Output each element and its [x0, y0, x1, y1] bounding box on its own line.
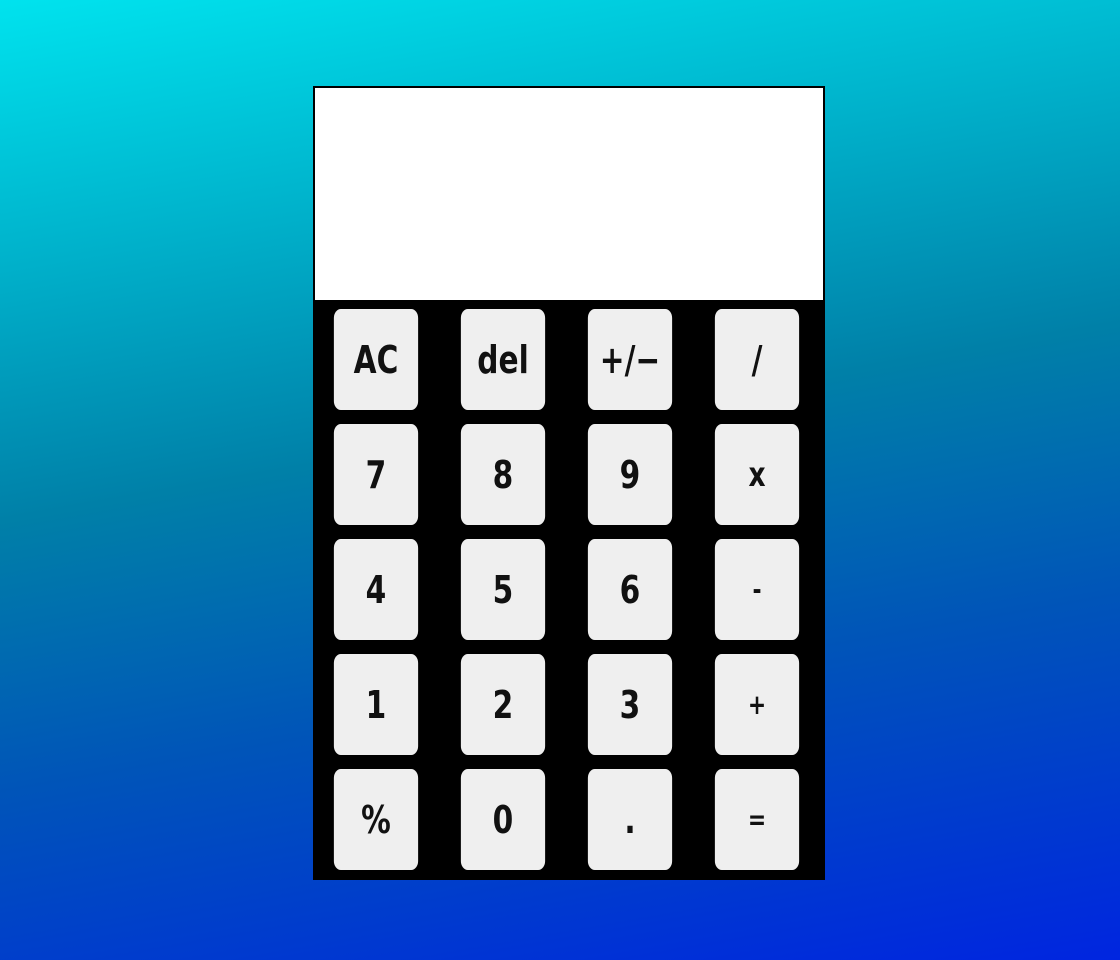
decimal-button[interactable]: .	[587, 769, 673, 870]
key-label: 3	[619, 682, 641, 727]
key-label: 9	[619, 452, 641, 497]
digit-4-button[interactable]: 4	[333, 539, 419, 640]
key-label: /	[751, 337, 763, 382]
digit-2-button[interactable]: 2	[460, 654, 546, 755]
key-label: -	[752, 573, 762, 606]
digit-9-button[interactable]: 9	[587, 424, 673, 525]
digit-3-button[interactable]: 3	[587, 654, 673, 755]
digit-7-button[interactable]: 7	[333, 424, 419, 525]
divide-button[interactable]: /	[714, 309, 800, 410]
key-label: AC	[353, 337, 399, 382]
digit-1-button[interactable]: 1	[333, 654, 419, 755]
keypad: AC del +/− / 7 8 9 x 4 5 6 - 1 2 3 + % 0…	[322, 309, 810, 870]
key-label: 5	[492, 567, 514, 612]
key-label: +/−	[599, 337, 661, 382]
percent-button[interactable]: %	[333, 769, 419, 870]
equals-button[interactable]: =	[714, 769, 800, 870]
key-label: %	[361, 797, 391, 842]
clear-button[interactable]: AC	[333, 309, 419, 410]
key-label: 6	[619, 567, 641, 612]
key-label: del	[477, 337, 529, 382]
digit-5-button[interactable]: 5	[460, 539, 546, 640]
subtract-button[interactable]: -	[714, 539, 800, 640]
calculator: AC del +/− / 7 8 9 x 4 5 6 - 1 2 3 + % 0…	[313, 86, 825, 880]
key-label: 2	[492, 682, 514, 727]
digit-6-button[interactable]: 6	[587, 539, 673, 640]
key-label: .	[624, 797, 636, 842]
key-label: 4	[365, 567, 387, 612]
key-label: +	[747, 688, 767, 721]
digit-0-button[interactable]: 0	[460, 769, 546, 870]
delete-button[interactable]: del	[460, 309, 546, 410]
calculator-display	[315, 88, 823, 300]
key-label: x	[748, 454, 766, 495]
add-button[interactable]: +	[714, 654, 800, 755]
key-label: 1	[365, 682, 387, 727]
multiply-button[interactable]: x	[714, 424, 800, 525]
key-label: 0	[492, 797, 514, 842]
toggle-sign-button[interactable]: +/−	[587, 309, 673, 410]
key-label: 8	[492, 452, 514, 497]
key-label: =	[747, 803, 767, 836]
digit-8-button[interactable]: 8	[460, 424, 546, 525]
key-label: 7	[365, 452, 387, 497]
